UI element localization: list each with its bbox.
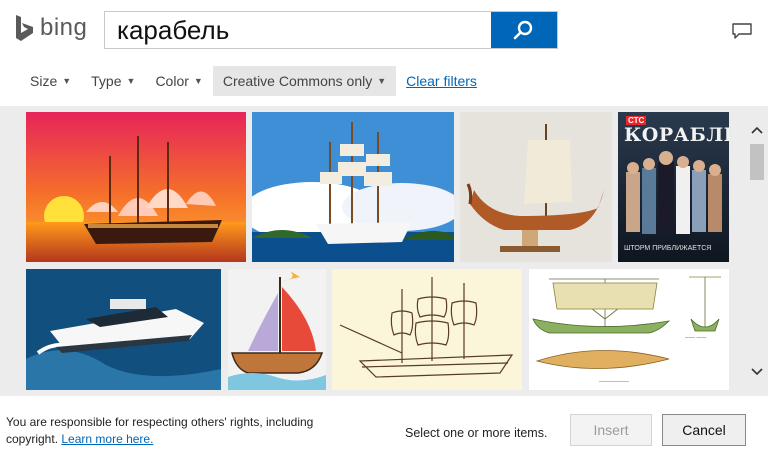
bing-logo-icon bbox=[16, 15, 33, 41]
search-box bbox=[104, 11, 558, 49]
ship-sketch-image bbox=[332, 269, 522, 390]
dialog-footer: You are responsible for respecting other… bbox=[0, 396, 768, 461]
bing-logo-text: bing bbox=[40, 14, 88, 41]
search-button[interactable] bbox=[491, 12, 557, 48]
scrollbar-thumb[interactable] bbox=[750, 144, 764, 180]
bing-logo: bing bbox=[14, 14, 87, 42]
ancient-ship-drawing-image: —— —— —————— bbox=[529, 269, 729, 390]
viking-ship-model-image bbox=[460, 112, 612, 262]
learn-more-link[interactable]: Learn more here. bbox=[61, 432, 153, 446]
tall-ship-sea-image bbox=[252, 112, 454, 262]
results-scrollbar[interactable] bbox=[746, 106, 768, 396]
scroll-down-icon[interactable] bbox=[746, 362, 768, 382]
cartoon-sailboat-image bbox=[228, 269, 326, 390]
scroll-up-icon[interactable] bbox=[746, 120, 768, 140]
chevron-down-icon: ▼ bbox=[62, 76, 72, 86]
copyright-notice-text: You are responsible for respecting other… bbox=[6, 415, 314, 446]
clear-filters-link[interactable]: Clear filters bbox=[406, 73, 477, 89]
result-sailing-ship-sunset[interactable] bbox=[26, 112, 246, 262]
image-search-dialog: bing Size ▼ Type ▼ Color ▼ Creative Commons… bbox=[0, 0, 768, 461]
filter-color-label: Color bbox=[155, 73, 189, 89]
search-input[interactable] bbox=[105, 12, 491, 48]
feedback-icon[interactable] bbox=[731, 22, 753, 40]
svg-text:—— ——: —— —— bbox=[685, 335, 706, 341]
chevron-down-icon: ▼ bbox=[377, 76, 387, 86]
insert-button[interactable]: Insert bbox=[570, 414, 652, 446]
poster-subtitle: ШТОРМ ПРИБЛИЖАЕТСЯ bbox=[624, 245, 712, 252]
svg-text:——————: —————— bbox=[599, 379, 629, 385]
copyright-notice: You are responsible for respecting other… bbox=[6, 414, 366, 448]
result-tall-ship-sea[interactable] bbox=[252, 112, 454, 262]
filter-color[interactable]: Color ▼ bbox=[145, 66, 212, 96]
result-motor-yacht[interactable] bbox=[26, 269, 221, 390]
selection-hint: Select one or more items. bbox=[405, 426, 548, 440]
result-ship-sketch[interactable] bbox=[332, 269, 522, 390]
motor-yacht-image bbox=[26, 269, 221, 390]
chevron-down-icon: ▼ bbox=[193, 76, 203, 86]
filter-size[interactable]: Size ▼ bbox=[20, 66, 81, 96]
filter-type[interactable]: Type ▼ bbox=[81, 66, 145, 96]
filter-bar: Size ▼ Type ▼ Color ▼ Creative Commons only… bbox=[20, 66, 477, 96]
filter-license[interactable]: Creative Commons only ▼ bbox=[212, 66, 397, 96]
result-cartoon-sailboat[interactable] bbox=[228, 269, 326, 390]
poster-title: КОРАБЛЬ bbox=[624, 124, 729, 146]
results-grid: СТС КОРАБЛЬ ШТОРМ ПРИБЛИЖАЕТСЯ —— —— ———… bbox=[0, 106, 768, 396]
cancel-button[interactable]: Cancel bbox=[662, 414, 746, 446]
filter-size-label: Size bbox=[30, 73, 58, 89]
chevron-down-icon: ▼ bbox=[126, 76, 136, 86]
filter-type-label: Type bbox=[91, 73, 122, 89]
result-ancient-ship-drawing[interactable]: —— —— —————— bbox=[529, 269, 729, 390]
sailing-ship-sunset-image bbox=[26, 112, 246, 262]
search-icon bbox=[513, 20, 533, 40]
result-korabl-poster[interactable]: СТС КОРАБЛЬ ШТОРМ ПРИБЛИЖАЕТСЯ bbox=[618, 112, 729, 262]
result-viking-ship-model[interactable] bbox=[460, 112, 612, 262]
filter-license-label: Creative Commons only bbox=[222, 73, 373, 89]
